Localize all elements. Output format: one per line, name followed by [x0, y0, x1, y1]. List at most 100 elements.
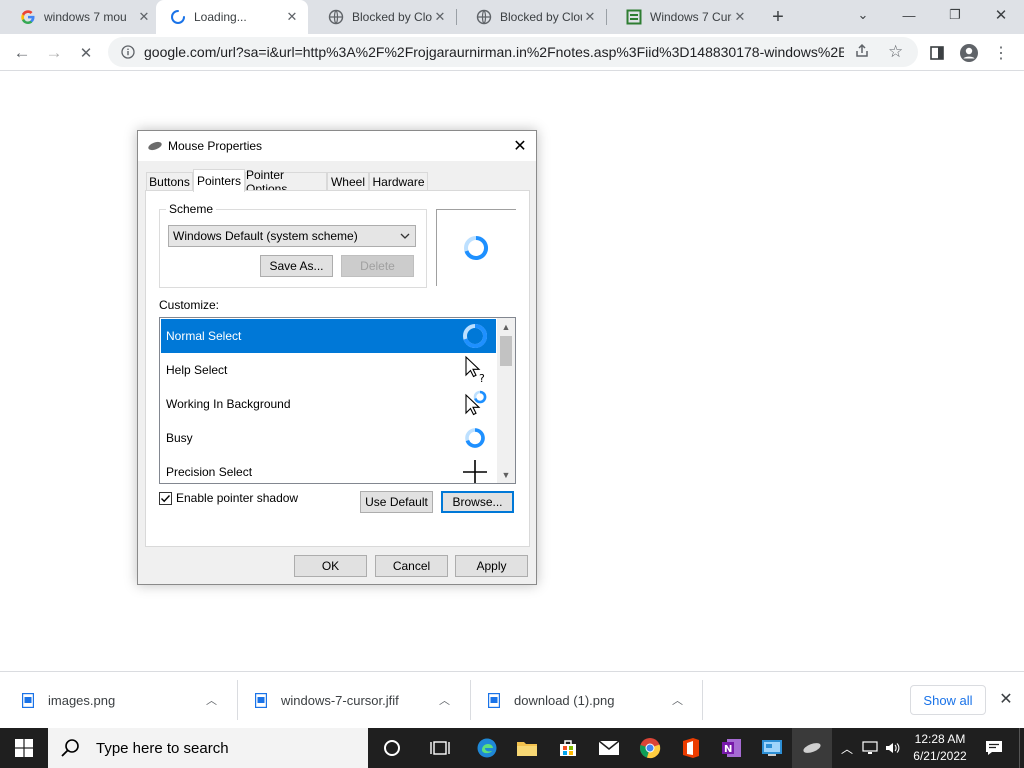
cancel-button[interactable]: Cancel — [375, 555, 448, 577]
tab-pointers[interactable]: Pointers — [193, 169, 245, 192]
onenote-icon[interactable]: N — [712, 728, 752, 768]
ok-button[interactable]: OK — [294, 555, 367, 577]
volume-icon[interactable] — [883, 728, 903, 768]
close-icon[interactable]: ✕ — [284, 9, 300, 25]
svg-text:N: N — [724, 744, 732, 755]
address-bar[interactable]: google.com/url?sa=i&url=http%3A%2F%2Froj… — [108, 37, 918, 67]
busy-ring-icon — [465, 428, 485, 448]
show-all-button[interactable]: Show all — [910, 685, 986, 715]
list-item[interactable]: Working In Background — [161, 387, 496, 421]
stop-loading-icon[interactable]: ✕ — [73, 40, 99, 66]
office-icon[interactable] — [671, 728, 711, 768]
download-item[interactable]: windows-7-cursor.jfif ︿ — [255, 672, 469, 728]
tab-pointer-options[interactable]: Pointer Options — [245, 168, 327, 196]
site-info-icon[interactable] — [120, 44, 136, 60]
browser-tab-2[interactable]: Loading... ✕ — [156, 0, 308, 34]
scroll-up-icon[interactable]: ▲ — [497, 318, 515, 335]
download-item[interactable]: download (1).png ︿ — [488, 672, 702, 728]
control-panel-icon[interactable] — [752, 728, 792, 768]
show-desktop-strip[interactable] — [1019, 728, 1024, 768]
bookmark-star-icon[interactable]: ☆ — [888, 42, 903, 62]
checkbox-check-icon[interactable] — [159, 491, 172, 505]
taskbar-search-box[interactable]: Type here to search — [48, 728, 368, 768]
pointer-name: Help Select — [166, 363, 228, 377]
download-bar: images.png ︿ windows-7-cursor.jfif ︿ dow… — [0, 671, 1024, 728]
scroll-down-icon[interactable]: ▼ — [497, 466, 515, 483]
tab-hardware[interactable]: Hardware — [369, 172, 428, 191]
edge-browser-icon[interactable] — [467, 728, 507, 768]
enable-pointer-shadow-checkbox[interactable]: Enable pointer shadow — [159, 491, 298, 505]
browse-button[interactable]: Browse... — [441, 491, 514, 513]
list-item[interactable]: Normal Select — [161, 319, 496, 353]
microsoft-store-icon[interactable] — [548, 728, 588, 768]
scheme-dropdown[interactable]: Windows Default (system scheme) — [168, 225, 416, 247]
browser-tab-5[interactable]: Windows 7 Curs ✕ — [606, 0, 756, 34]
windows-start-icon[interactable] — [4, 728, 44, 768]
mouse-icon — [147, 140, 163, 152]
tab-search-chevron-icon[interactable]: ⌄ — [840, 0, 886, 30]
network-icon[interactable] — [860, 728, 880, 768]
use-default-button[interactable]: Use Default — [360, 491, 433, 513]
mouse-properties-taskbar-icon[interactable] — [792, 728, 832, 768]
busy-ring-icon — [464, 235, 489, 260]
mail-icon[interactable] — [589, 728, 629, 768]
globe-icon — [328, 9, 344, 25]
clock-date: 6/21/2022 — [913, 749, 967, 763]
chevron-up-icon[interactable]: ︿ — [439, 692, 450, 708]
notifications-icon[interactable] — [982, 728, 1006, 768]
taskbar: Type here to search N ︿ 12:28 AM 6/21/20… — [0, 728, 1024, 768]
show-hidden-icons-chevron-icon[interactable]: ︿ — [838, 728, 856, 768]
tab-buttons[interactable]: Buttons — [146, 172, 193, 191]
share-icon[interactable] — [854, 43, 872, 61]
browser-tab-3[interactable]: Blocked by Clou ✕ — [308, 0, 456, 34]
apply-button[interactable]: Apply — [455, 555, 528, 577]
file-explorer-icon[interactable] — [507, 728, 547, 768]
button-label: Save As... — [269, 259, 324, 273]
close-icon[interactable]: ✕ — [996, 689, 1016, 709]
new-tab-plus-icon[interactable]: + — [766, 5, 790, 29]
save-as-button[interactable]: Save As... — [260, 255, 333, 277]
list-item[interactable]: Busy — [161, 421, 496, 455]
clock-time: 12:28 AM — [914, 732, 966, 746]
scroll-thumb[interactable] — [500, 336, 512, 366]
button-label: Apply — [476, 559, 507, 573]
minimize-icon[interactable]: — — [886, 0, 932, 30]
chrome-icon[interactable] — [630, 728, 670, 768]
chevron-up-icon[interactable]: ︿ — [672, 692, 683, 708]
back-arrow-icon[interactable]: ← — [9, 40, 35, 66]
button-label: Show all — [923, 692, 973, 708]
pointer-name: Normal Select — [166, 329, 242, 343]
side-panel-icon[interactable] — [924, 40, 950, 66]
download-item[interactable]: images.png ︿ — [22, 672, 236, 728]
list-item[interactable]: Help Select ? — [161, 353, 496, 387]
download-filename: windows-7-cursor.jfif — [281, 692, 399, 708]
pointers-tab-panel: Scheme Windows Default (system scheme) S… — [145, 190, 530, 547]
button-label: Delete — [360, 259, 395, 273]
chevron-up-icon[interactable]: ︿ — [206, 692, 217, 708]
window-close-icon[interactable]: ✕ — [978, 0, 1024, 30]
browser-toolbar: ← → ✕ google.com/url?sa=i&url=http%3A%2F… — [0, 34, 1024, 71]
task-view-icon[interactable] — [420, 728, 460, 768]
list-scrollbar[interactable]: ▲ ▼ — [497, 318, 515, 483]
delete-button[interactable]: Delete — [341, 255, 414, 277]
close-icon[interactable]: ✕ — [732, 9, 748, 25]
close-icon[interactable]: ✕ — [136, 9, 152, 25]
pointer-list[interactable]: Normal Select Help Select ? Working In B… — [159, 317, 516, 484]
customize-label: Customize: — [159, 298, 220, 312]
list-item[interactable]: Precision Select — [161, 455, 496, 483]
menu-kebab-icon[interactable]: ⋮ — [988, 40, 1014, 66]
taskbar-clock[interactable]: 12:28 AM 6/21/2022 — [905, 731, 975, 765]
close-icon[interactable]: ✕ — [582, 9, 598, 25]
restore-icon[interactable]: ❐ — [932, 0, 978, 30]
image-file-icon — [22, 692, 34, 708]
browser-tab-1[interactable]: windows 7 mou ✕ — [0, 0, 160, 34]
browser-tab-4[interactable]: Blocked by Clou ✕ — [456, 0, 606, 34]
tab-wheel[interactable]: Wheel — [327, 172, 369, 191]
close-icon[interactable]: ✕ — [432, 9, 448, 25]
profile-avatar-icon[interactable] — [956, 40, 982, 66]
close-icon[interactable]: ✕ — [508, 135, 532, 157]
image-file-icon — [255, 692, 267, 708]
help-select-cursor-icon: ? — [465, 355, 485, 385]
cortana-icon[interactable] — [372, 728, 412, 768]
forward-arrow-icon[interactable]: → — [41, 40, 67, 66]
